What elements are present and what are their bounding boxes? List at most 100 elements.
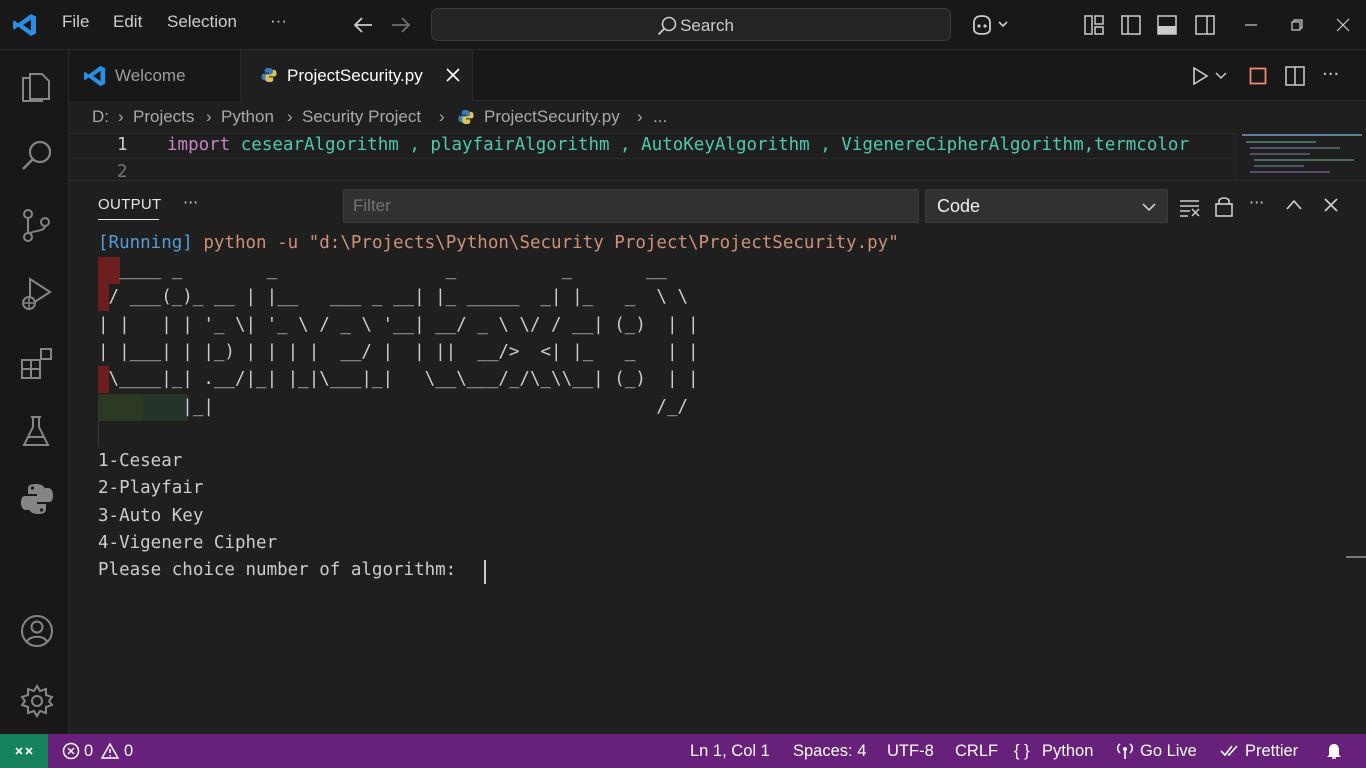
accounts-icon[interactable] xyxy=(12,606,58,652)
text-cursor[interactable] xyxy=(484,560,486,584)
status-bar: 0 0 Ln 1, Col 1 Spaces: 4 UTF-8 CRLF { }… xyxy=(0,734,1366,768)
active-tab-underline xyxy=(98,219,159,220)
breadcrumb-drive[interactable]: D: xyxy=(92,107,109,127)
go-live-button[interactable]: Go Live xyxy=(1140,734,1197,768)
tab-welcome[interactable]: Welcome xyxy=(69,50,241,101)
tab-output[interactable]: OUTPUT xyxy=(98,196,161,213)
tab-project-security[interactable]: ProjectSecurity.py xyxy=(241,50,473,101)
breadcrumb-projects[interactable]: Projects xyxy=(133,107,194,127)
input-prompt: Please choice number of algorithm: xyxy=(98,560,467,581)
search-label: Search xyxy=(680,16,734,35)
chevron-right-icon: › xyxy=(287,107,293,126)
breadcrumb: D: › Projects › Python › Security Projec… xyxy=(69,101,1366,133)
remote-indicator[interactable] xyxy=(0,734,48,768)
forward-arrow-icon[interactable] xyxy=(390,15,412,35)
ascii-art-line: \____|_| .__/|_| |_|\___|_| \__\___/_/\_… xyxy=(98,369,699,390)
editor-area[interactable]: 1 2 import cesearAlgorithm , playfairAlg… xyxy=(69,133,1235,180)
panel-overflow-menu[interactable]: ··· xyxy=(1249,193,1264,212)
menu-option: 4-Vigenere Cipher xyxy=(98,532,278,553)
ascii-art-line: | | | | '_ \| '_ \ / _ \ '__| __/ _ \ \/… xyxy=(98,314,699,335)
run-python-file-icon[interactable] xyxy=(1190,66,1210,86)
ascii-art-line: | |___| | |_) | | | | __/ | | || __/> <|… xyxy=(98,341,699,362)
double-check-icon xyxy=(1220,743,1240,759)
warning-count[interactable]: 0 xyxy=(124,734,133,768)
run-dropdown-chevron-icon[interactable] xyxy=(1215,71,1227,81)
explorer-icon[interactable] xyxy=(12,60,58,106)
panel-more-actions[interactable]: ··· xyxy=(183,193,198,212)
source-control-icon[interactable] xyxy=(12,200,58,246)
run-debug-icon[interactable] xyxy=(12,268,58,314)
vscode-logo-icon xyxy=(12,12,38,38)
minimap-line xyxy=(1250,171,1330,173)
breadcrumb-file[interactable]: ProjectSecurity.py xyxy=(484,107,620,127)
maximize-panel-chevron-up-icon[interactable] xyxy=(1285,197,1303,213)
indentation[interactable]: Spaces: 4 xyxy=(793,734,866,768)
code-line: import cesearAlgorithm , playfairAlgorit… xyxy=(167,135,1189,155)
minimap[interactable] xyxy=(1235,133,1366,180)
search-view-icon[interactable] xyxy=(12,130,58,176)
split-editor-icon[interactable] xyxy=(1285,66,1305,86)
warning-icon xyxy=(100,742,120,760)
output-channel-select[interactable]: Code xyxy=(925,189,1168,223)
close-tab-icon[interactable] xyxy=(445,67,461,83)
menu-file[interactable]: File xyxy=(62,12,89,32)
remote-icon xyxy=(14,742,34,760)
python-icon[interactable] xyxy=(12,474,58,520)
cursor-position[interactable]: Ln 1, Col 1 xyxy=(690,734,770,768)
toggle-primary-sidebar-icon[interactable] xyxy=(1121,15,1141,35)
command-center-search[interactable]: Search xyxy=(431,8,951,41)
extensions-icon[interactable] xyxy=(12,338,58,384)
close-window-icon[interactable] xyxy=(1334,16,1352,34)
line-ending[interactable]: CRLF xyxy=(955,734,998,768)
menu-option: 1-Cesear xyxy=(98,451,183,471)
restore-icon[interactable] xyxy=(1288,16,1306,34)
copilot-icon[interactable] xyxy=(970,13,1010,37)
notifications-bell-icon[interactable] xyxy=(1325,742,1343,760)
braces-icon: { } xyxy=(1014,742,1030,760)
minimap-line xyxy=(1250,153,1310,155)
menu-option: 3-Auto Key xyxy=(98,505,204,526)
editor-tabs: Welcome ProjectSecurity.py ··· xyxy=(69,50,1366,101)
breadcrumb-security-project[interactable]: Security Project xyxy=(302,107,421,127)
minimap-line xyxy=(1242,134,1362,136)
stop-icon[interactable] xyxy=(1249,67,1267,85)
running-label: [Running] xyxy=(98,233,193,253)
editor-more-actions[interactable]: ··· xyxy=(1322,64,1339,85)
output-guide xyxy=(98,421,99,447)
customize-layout-icon[interactable] xyxy=(1084,15,1104,35)
tab-project-security-label: ProjectSecurity.py xyxy=(287,66,423,85)
testing-flask-icon[interactable] xyxy=(12,406,58,452)
prettier-status[interactable]: Prettier xyxy=(1245,734,1298,768)
title-bar: File Edit Selection ··· Search xyxy=(0,0,1366,50)
error-count[interactable]: 0 xyxy=(84,734,93,768)
minimize-icon[interactable] xyxy=(1242,16,1260,34)
clear-output-icon[interactable] xyxy=(1179,197,1201,217)
menu-more[interactable]: ··· xyxy=(270,11,287,31)
close-panel-icon[interactable] xyxy=(1323,197,1339,213)
scrollbar-indicator[interactable] xyxy=(1346,556,1366,558)
error-icon xyxy=(62,742,80,760)
chevron-right-icon: › xyxy=(637,107,643,126)
vscode-tab-icon xyxy=(83,64,107,88)
minimap-line xyxy=(1254,165,1304,167)
import-keyword: import xyxy=(167,135,231,155)
menu-selection[interactable]: Selection xyxy=(167,12,237,32)
menu-edit[interactable]: Edit xyxy=(113,12,142,32)
breadcrumb-symbols[interactable]: ... xyxy=(653,107,667,127)
lock-icon[interactable] xyxy=(1214,195,1234,217)
filter-input[interactable] xyxy=(343,189,919,223)
output-channel-value: Code xyxy=(937,196,981,216)
activity-bar xyxy=(0,50,69,734)
language-mode[interactable]: Python xyxy=(1042,734,1093,768)
chevron-right-icon: › xyxy=(118,107,124,126)
settings-gear-icon[interactable] xyxy=(12,676,58,722)
back-arrow-icon[interactable] xyxy=(352,15,374,35)
chevron-down-icon xyxy=(1141,201,1157,213)
menu-option: 2-Playfair xyxy=(98,478,204,499)
encoding[interactable]: UTF-8 xyxy=(887,734,934,768)
toggle-panel-icon[interactable] xyxy=(1157,15,1177,35)
toggle-secondary-sidebar-icon[interactable] xyxy=(1195,15,1215,35)
tab-welcome-label: Welcome xyxy=(115,66,186,85)
ascii-art-line: ____ _ _ _ _ __ xyxy=(98,260,667,280)
breadcrumb-python[interactable]: Python xyxy=(221,107,274,127)
